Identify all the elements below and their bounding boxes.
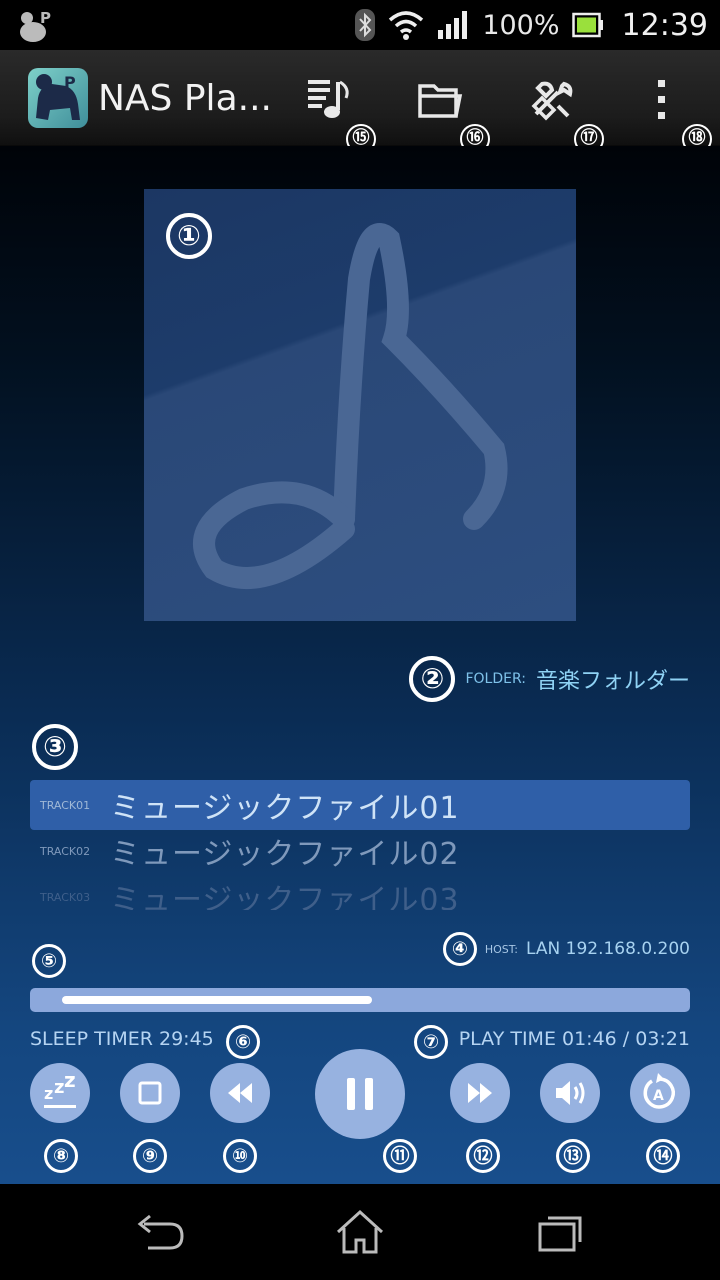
tools-icon[interactable] xyxy=(528,76,576,124)
overflow-menu-icon[interactable] xyxy=(638,76,686,124)
sleep-timer-text: SLEEP TIMER 29:45 xyxy=(30,1028,214,1050)
app-logo-icon[interactable]: P xyxy=(28,68,88,128)
marker-6: ⑥ xyxy=(226,1025,260,1059)
navigation-bar xyxy=(0,1184,720,1280)
home-icon[interactable] xyxy=(330,1206,390,1258)
folder-name[interactable]: 音楽フォルダー xyxy=(536,663,690,695)
app-title: NAS Pla... xyxy=(98,78,272,119)
sleep-timer-button[interactable]: z z z xyxy=(30,1063,90,1123)
sleep-timer-icon: z z z xyxy=(44,1068,76,1108)
volume-icon xyxy=(556,1081,585,1105)
svg-text:P: P xyxy=(40,9,51,27)
action-bar: P NAS Pla... ⑮ ⑯ ⑰ ⑱ xyxy=(0,50,720,154)
rewind-button[interactable] xyxy=(210,1063,270,1123)
marker-10: ⑩ xyxy=(223,1139,257,1173)
folder-icon[interactable] xyxy=(416,76,464,124)
stop-button[interactable] xyxy=(120,1063,180,1123)
pause-icon xyxy=(347,1078,373,1110)
back-icon[interactable] xyxy=(130,1206,190,1258)
recent-apps-icon[interactable] xyxy=(530,1206,590,1258)
marker-8: ⑧ xyxy=(44,1139,78,1173)
track-number: TRACK02 xyxy=(40,844,91,858)
bluetooth-icon xyxy=(355,9,376,41)
sleep-timer-info: SLEEP TIMER 29:45 xyxy=(30,1028,214,1050)
track-title: ミュージックファイル03 xyxy=(110,883,460,910)
battery-icon xyxy=(571,12,603,38)
marker-2: ② xyxy=(409,656,456,702)
status-bar: P 100% 12:39 xyxy=(0,0,720,50)
marker-9: ⑨ xyxy=(133,1139,167,1173)
track-title: ミュージックファイル02 xyxy=(110,837,460,872)
marker-11: ⑪ xyxy=(383,1139,417,1173)
track-number: TRACK03 xyxy=(40,890,91,904)
stop-icon xyxy=(138,1081,162,1105)
track-list[interactable]: TRACK01 ミュージックファイル01 TRACK02 ミュージックファイル0… xyxy=(30,780,690,910)
seek-bar[interactable] xyxy=(30,988,690,1012)
repeat-mode-button[interactable]: A xyxy=(630,1063,690,1123)
signal-icon xyxy=(438,11,468,39)
marker-13: ⑬ xyxy=(556,1139,590,1173)
svg-text:A: A xyxy=(653,1088,664,1104)
album-artwork[interactable]: ① xyxy=(144,189,576,621)
track-number: TRACK01 xyxy=(40,798,91,812)
playlist-icon[interactable] xyxy=(306,76,354,124)
rewind-icon xyxy=(228,1083,252,1103)
wifi-icon xyxy=(389,11,424,40)
track-item[interactable]: TRACK02 ミュージックファイル02 xyxy=(30,826,690,876)
marker-5: ⑤ xyxy=(32,944,66,978)
track-title: ミュージックファイル01 xyxy=(110,791,460,826)
app-notification-icon: P xyxy=(20,9,51,42)
volume-button[interactable] xyxy=(540,1063,600,1123)
fast-forward-button[interactable] xyxy=(450,1063,510,1123)
battery-percent: 100% xyxy=(482,9,560,41)
svg-text:z: z xyxy=(64,1068,76,1092)
music-note-icon xyxy=(193,223,508,589)
svg-text:P: P xyxy=(64,73,76,92)
track-item-active[interactable]: TRACK01 ミュージックファイル01 xyxy=(30,780,690,830)
marker-3: ③ xyxy=(32,724,78,770)
marker-1: ① xyxy=(166,213,212,259)
marker-14: ⑭ xyxy=(646,1139,680,1173)
folder-label: FOLDER: xyxy=(465,671,526,687)
fast-forward-icon xyxy=(468,1083,492,1103)
host-info: ④ HOST: LAN 192.168.0.200 xyxy=(442,932,690,966)
track-item[interactable]: TRACK03 ミュージックファイル03 xyxy=(30,872,690,910)
svg-text:z: z xyxy=(44,1084,53,1103)
svg-text:z: z xyxy=(54,1077,64,1098)
play-time-info: PLAY TIME 01:46 / 03:21 xyxy=(459,1028,690,1050)
marker-12: ⑫ xyxy=(466,1139,500,1173)
pause-button[interactable] xyxy=(315,1049,405,1139)
marker-4: ④ xyxy=(442,932,477,966)
host-address: LAN 192.168.0.200 xyxy=(526,939,690,959)
host-label: HOST: xyxy=(484,942,519,956)
clock: 12:39 xyxy=(621,7,708,43)
marker-7: ⑦ xyxy=(414,1025,448,1059)
player-screen: ① ② FOLDER: 音楽フォルダー ③ TRACK01 ミュージックファイル… xyxy=(0,146,720,1184)
auto-repeat-icon: A xyxy=(643,1073,675,1109)
seek-bar-fill xyxy=(62,996,372,1004)
play-time-text: PLAY TIME 01:46 / 03:21 xyxy=(458,1028,690,1050)
folder-info: ② FOLDER: 音楽フォルダー xyxy=(409,656,690,702)
